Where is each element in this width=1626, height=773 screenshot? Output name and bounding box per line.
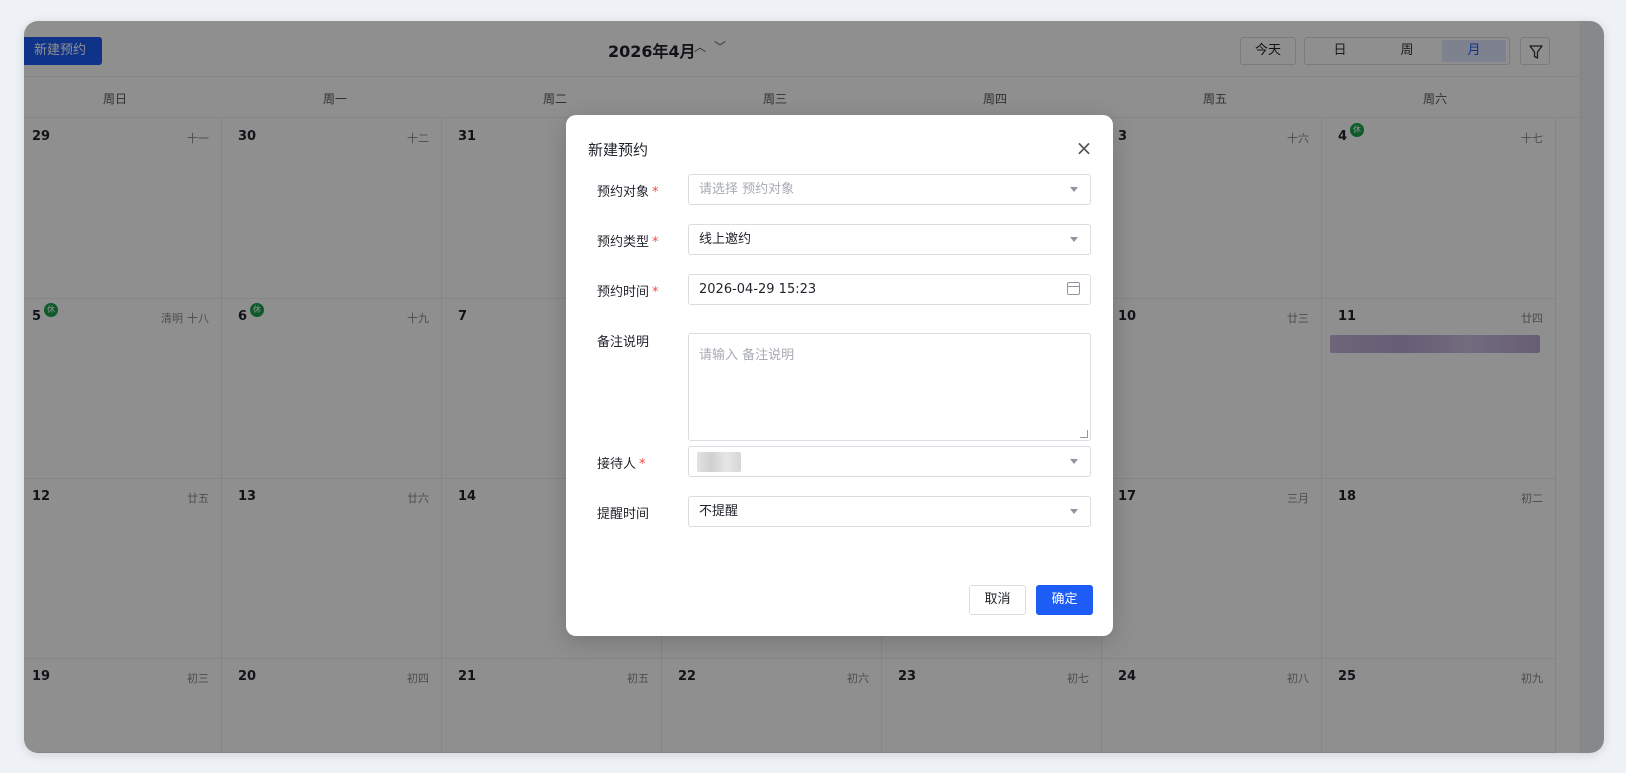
reminder-label: 提醒时间	[597, 507, 650, 522]
close-icon[interactable]: ×	[1074, 138, 1094, 159]
chevron-down-icon	[1070, 237, 1078, 242]
time-picker[interactable]: 2026-04-29 15:23	[688, 274, 1091, 305]
remark-label: 备注说明	[597, 335, 650, 350]
reminder-value: 不提醒	[699, 504, 739, 519]
dialog-title: 新建预约	[588, 141, 649, 159]
new-appointment-dialog: 新建预约 × 预约对象 * 请选择 预约对象 预约类型 * 线上邀约 预约时间 * 2…	[566, 115, 1113, 636]
target-placeholder: 请选择 预约对象	[699, 182, 795, 197]
type-select[interactable]: 线上邀约	[688, 224, 1091, 255]
chevron-down-icon	[1070, 459, 1078, 464]
reminder-select[interactable]: 不提醒	[688, 496, 1091, 527]
remark-placeholder: 请输入 备注说明	[699, 348, 795, 363]
confirm-button[interactable]: 确定	[1036, 585, 1093, 615]
target-label: 预约对象 *	[597, 185, 659, 200]
chevron-down-icon	[1070, 187, 1078, 192]
type-label: 预约类型 *	[597, 235, 659, 250]
type-value: 线上邀约	[699, 232, 752, 247]
calendar-icon	[1067, 282, 1080, 295]
target-select[interactable]: 请选择 预约对象	[688, 174, 1091, 205]
chevron-down-icon	[1070, 509, 1078, 514]
resize-handle-icon[interactable]	[1080, 430, 1088, 438]
receptionist-avatar	[697, 452, 741, 472]
time-label: 预约时间 *	[597, 285, 659, 300]
receptionist-select[interactable]	[688, 446, 1091, 477]
time-value: 2026-04-29 15:23	[699, 282, 817, 297]
remark-textarea[interactable]: 请输入 备注说明	[688, 333, 1091, 441]
receptionist-label: 接待人 *	[597, 457, 646, 472]
cancel-button[interactable]: 取消	[969, 585, 1026, 615]
